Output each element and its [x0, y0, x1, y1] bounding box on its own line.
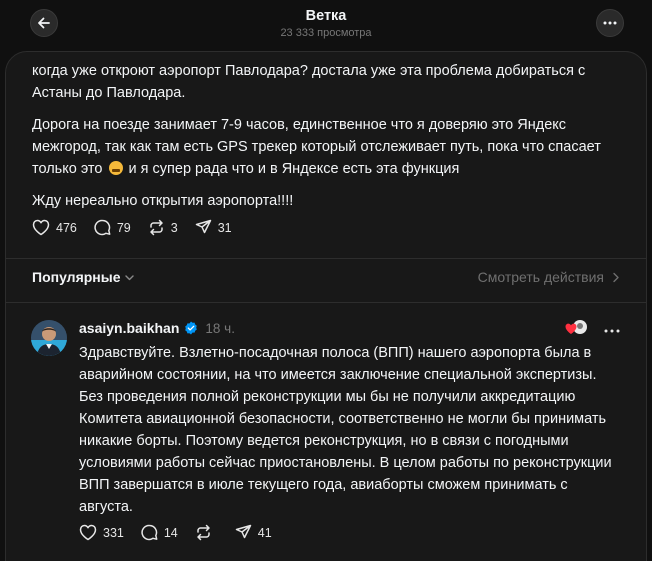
like-button[interactable]: 476: [32, 219, 77, 236]
reply-button[interactable]: 79: [94, 219, 131, 236]
like-count: 476: [56, 220, 77, 235]
sort-label: Популярные: [32, 269, 121, 285]
reply-share-button[interactable]: 41: [235, 524, 272, 541]
heart-icon: [79, 524, 97, 541]
reply-count: 14: [163, 525, 178, 540]
post-paragraph: Жду нереально открытия аэропорта!!!!: [32, 193, 294, 209]
emoji-icon: [108, 161, 123, 175]
share-count: 31: [217, 220, 232, 235]
reply-actions: 331 14 41: [79, 524, 289, 541]
chevron-right-icon: [613, 272, 619, 282]
liked-by-avatars[interactable]: [564, 319, 588, 337]
post-paragraph: Дорога на поезде занимает 7-9 часов, еди…: [32, 117, 601, 177]
reply-username[interactable]: asaiyn.baikhan: [79, 320, 179, 336]
reply-body: Здравствуйте. Взлетно-посадочная полоса …: [79, 345, 612, 515]
repost-button[interactable]: 3: [148, 219, 178, 236]
more-horizontal-icon: [603, 21, 617, 25]
reply-comment-button[interactable]: 14: [141, 524, 178, 541]
heart-icon: [565, 323, 577, 334]
post-paragraph: когда уже откроют аэропорт Павлодара? до…: [32, 63, 586, 101]
page-title: Ветка: [305, 8, 347, 24]
repost-icon: [197, 524, 210, 541]
post-body: когда уже откроют аэропорт Павлодара? до…: [32, 60, 622, 222]
share-button[interactable]: 31: [195, 219, 232, 236]
thread-card: когда уже откроют аэропорт Павлодара? до…: [5, 51, 647, 561]
reply-author-row: asaiyn.baikhan 18 ч.: [79, 320, 235, 336]
post-actions: 476 79 3 31: [32, 219, 249, 236]
comment-icon: [141, 524, 158, 541]
reply-count: 79: [116, 220, 131, 235]
top-bar: Ветка 23 333 просмотра: [0, 0, 652, 50]
send-icon: [195, 219, 211, 234]
more-horizontal-icon: [604, 329, 620, 333]
see-activity-label: Смотреть действия: [477, 269, 604, 285]
view-count: 23 333 просмотра: [280, 27, 372, 39]
chevron-down-icon: [125, 274, 135, 280]
comment-icon: [94, 219, 111, 236]
header-title-group: Ветка 23 333 просмотра: [0, 7, 652, 40]
divider: [6, 302, 646, 303]
share-count: 41: [257, 525, 272, 540]
see-activity-link[interactable]: Смотреть действия: [478, 269, 620, 285]
reply-like-button[interactable]: 331: [79, 524, 124, 541]
send-icon: [235, 524, 252, 539]
like-count: 331: [103, 525, 124, 540]
sort-dropdown[interactable]: Популярные: [32, 269, 135, 285]
reply-repost-button[interactable]: [195, 524, 218, 541]
reply-timestamp: 18 ч.: [205, 320, 235, 336]
heart-icon: [32, 219, 50, 236]
more-options-button[interactable]: [596, 9, 624, 37]
avatar[interactable]: [31, 320, 67, 356]
divider: [6, 258, 646, 259]
verified-badge-icon: [185, 321, 198, 335]
repost-icon: [150, 219, 163, 236]
repost-count: 3: [170, 220, 178, 235]
reply-more-button[interactable]: [604, 320, 620, 338]
